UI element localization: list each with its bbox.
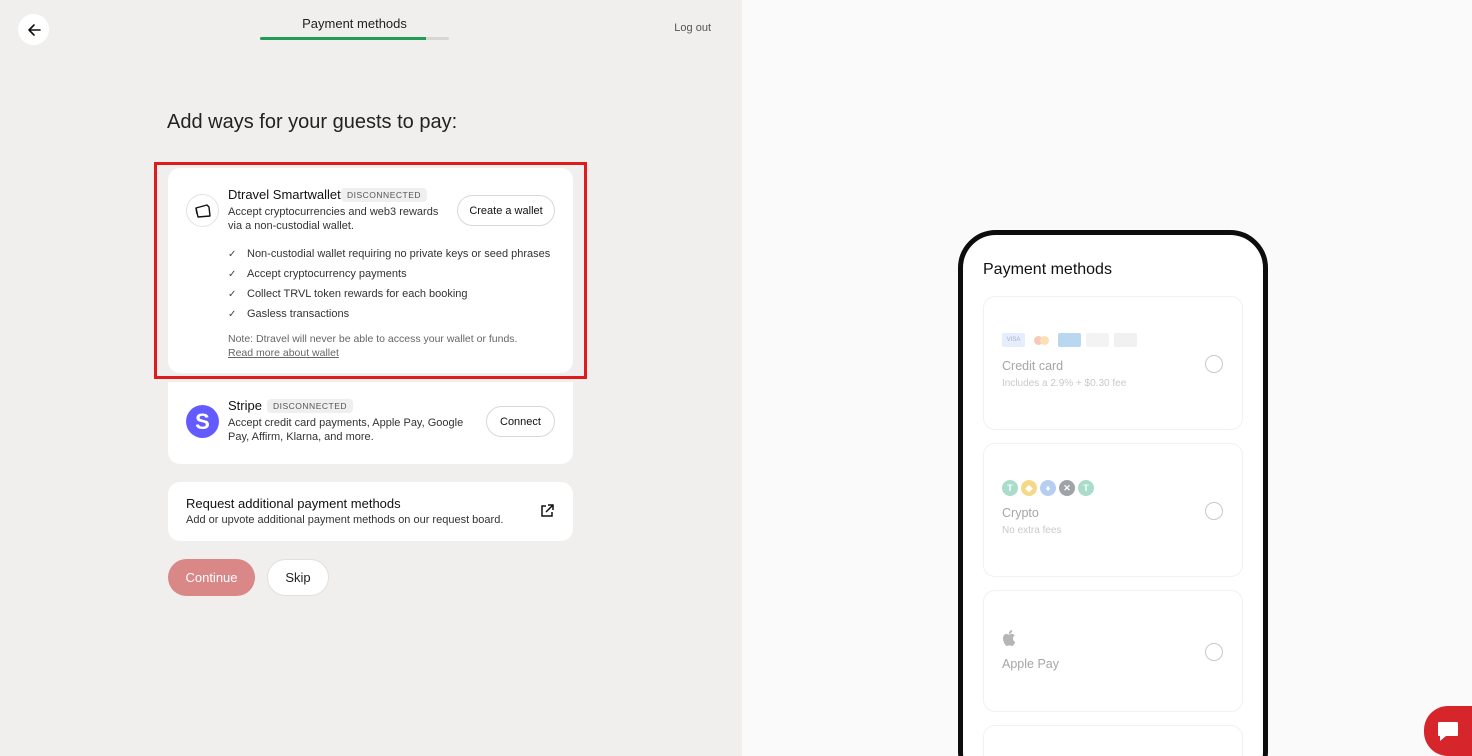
progress-bar — [260, 37, 449, 40]
smartwallet-status-badge: DISCONNECTED — [341, 188, 428, 202]
smartwallet-features: ✓ Non-custodial wallet requiring no priva… — [228, 244, 550, 324]
stripe-description: Accept credit card payments, Apple Pay, … — [228, 417, 464, 443]
smartwallet-card: Dtravel Smartwallet DISCONNECTED Accept … — [168, 168, 573, 373]
crypto-coin-icons: T ◆ ♦ ✕ T — [1002, 480, 1094, 496]
request-methods-card[interactable]: Request additional payment methods Add o… — [168, 482, 573, 541]
preview-method-next[interactable] — [983, 725, 1243, 756]
tether-icon: T — [1078, 480, 1094, 496]
ethereum-icon: ♦ — [1040, 480, 1056, 496]
step-title: Payment methods — [302, 16, 407, 31]
preview-method-sub: Includes a 2.9% + $0.30 fee — [1002, 378, 1127, 389]
stripe-logo-icon: S — [186, 405, 219, 438]
preview-method-label: Crypto — [1002, 506, 1039, 520]
stripe-status-badge: DISCONNECTED — [267, 399, 354, 413]
request-description: Add or upvote additional payment methods… — [186, 514, 504, 526]
chat-button[interactable] — [1424, 706, 1472, 756]
skip-button[interactable]: Skip — [267, 559, 329, 596]
wallet-icon — [186, 194, 219, 227]
progress-fill — [260, 37, 427, 40]
page-heading: Add ways for your guests to pay: — [167, 111, 458, 133]
apple-pay-radio[interactable] — [1205, 643, 1223, 661]
stripe-card: S Stripe DISCONNECTED Accept credit card… — [168, 382, 573, 464]
check-icon: ✓ — [228, 308, 237, 320]
check-icon: ✓ — [228, 288, 237, 300]
preview-title: Payment methods — [983, 261, 1112, 278]
arrow-left-icon — [27, 23, 41, 36]
tether-icon: T — [1002, 480, 1018, 496]
feature-item: ✓ Non-custodial wallet requiring no priva… — [228, 248, 551, 260]
feature-item: ✓ Collect TRVL token rewards for each boo… — [228, 288, 468, 300]
read-more-wallet-link[interactable]: Read more about wallet — [228, 346, 517, 360]
visa-icon: VISA — [1002, 333, 1025, 347]
preview-method-credit-card[interactable]: VISA Credit card Includes a 2.9% + $0.30… — [983, 296, 1243, 430]
discover-icon — [1114, 333, 1137, 347]
trvl-icon: ✕ — [1059, 480, 1075, 496]
amex-icon — [1058, 333, 1081, 347]
bnb-icon: ◆ — [1021, 480, 1037, 496]
jcb-icon — [1086, 333, 1109, 347]
back-button[interactable] — [18, 14, 49, 45]
preview-method-label: Credit card — [1002, 359, 1064, 373]
phone-preview: Payment methods VISA Credit card Include… — [958, 230, 1268, 756]
preview-method-apple-pay[interactable]: Apple Pay — [983, 590, 1243, 712]
preview-method-crypto[interactable]: T ◆ ♦ ✕ T Crypto No extra fees — [983, 443, 1243, 577]
smartwallet-description: Accept cryptocurrencies and web3 rewards… — [228, 206, 439, 232]
continue-button[interactable]: Continue — [168, 559, 255, 596]
apple-icon — [1003, 630, 1016, 646]
check-icon: ✓ — [228, 248, 237, 260]
logout-link[interactable]: Log out — [660, 22, 711, 34]
external-link-icon[interactable] — [539, 503, 555, 519]
credit-card-radio[interactable] — [1205, 355, 1223, 373]
feature-item: ✓ Gasless transactions — [228, 308, 350, 320]
smartwallet-title: Dtravel Smartwallet — [228, 187, 341, 202]
feature-item: ✓ Accept cryptocurrency payments — [228, 268, 407, 280]
create-wallet-button[interactable]: Create a wallet — [457, 195, 555, 226]
crypto-radio[interactable] — [1205, 502, 1223, 520]
connect-stripe-button[interactable]: Connect — [486, 406, 555, 437]
preview-method-sub: No extra fees — [1002, 525, 1062, 536]
card-brand-logos: VISA — [1002, 333, 1137, 347]
request-title: Request additional payment methods — [186, 496, 401, 511]
check-icon: ✓ — [228, 268, 237, 280]
setup-panel: Payment methods Log out Add ways for you… — [0, 0, 742, 756]
smartwallet-note: Note: Dtravel will never be able to acce… — [228, 333, 518, 360]
stripe-title: Stripe — [228, 398, 262, 413]
preview-method-label: Apple Pay — [1002, 657, 1059, 671]
mastercard-icon — [1030, 333, 1053, 347]
chat-icon — [1438, 722, 1458, 741]
